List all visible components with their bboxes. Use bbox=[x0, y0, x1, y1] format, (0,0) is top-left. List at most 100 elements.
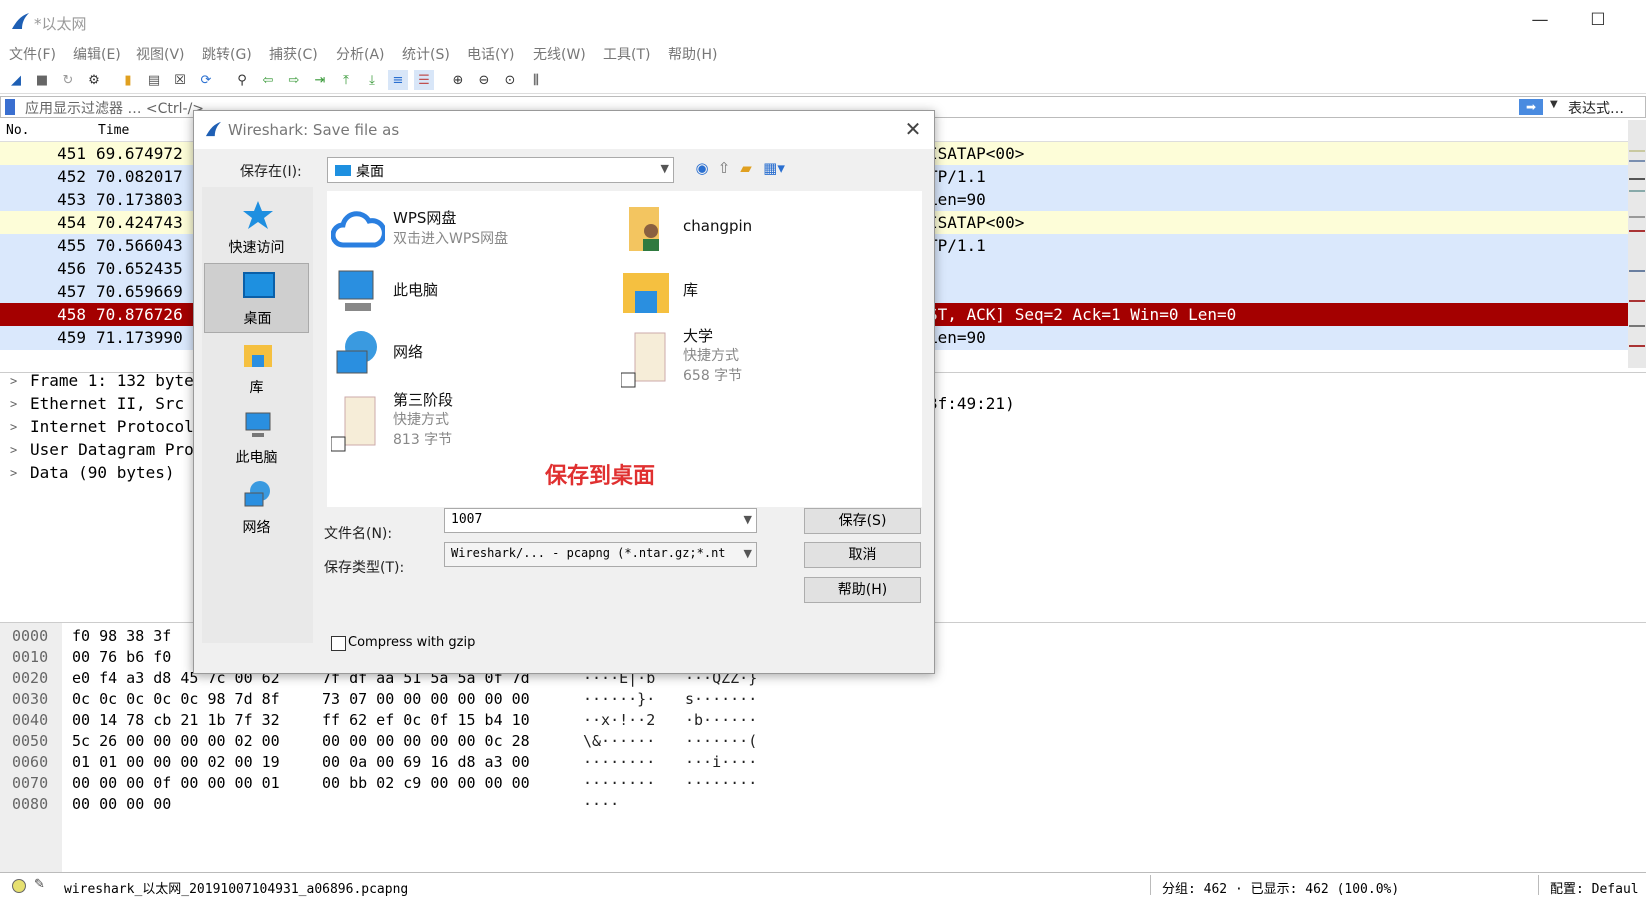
save-button[interactable]: 保存(S) bbox=[804, 508, 921, 534]
filename-input[interactable]: 1007 ▼ bbox=[444, 508, 757, 533]
place-network[interactable]: 网络 bbox=[204, 473, 309, 543]
normal-size-icon[interactable]: ⊙ bbox=[500, 70, 520, 90]
capture-options-icon[interactable]: ⚙ bbox=[84, 70, 104, 90]
place-library[interactable]: 库 bbox=[204, 333, 309, 403]
stop-capture-icon[interactable]: ■ bbox=[32, 70, 52, 90]
help-button[interactable]: 帮助(H) bbox=[804, 577, 921, 603]
hex-bytes[interactable]: 00 00 00 00 00 00 0c 28 bbox=[322, 730, 530, 752]
ascii-bytes[interactable]: ···i···· bbox=[685, 751, 757, 773]
go-to-packet-icon[interactable]: ⇥ bbox=[310, 70, 330, 90]
close-file-icon[interactable]: ☒ bbox=[170, 70, 190, 90]
hex-bytes[interactable]: 00 00 00 0f 00 00 00 01 bbox=[72, 772, 280, 794]
ascii-bytes[interactable]: ······}· bbox=[583, 688, 655, 710]
file-item-network[interactable]: 网络 bbox=[327, 323, 607, 383]
expert-info-icon[interactable] bbox=[12, 879, 26, 893]
menu-file[interactable]: 文件(F) bbox=[9, 44, 56, 64]
maximize-button[interactable]: ☐ bbox=[1578, 10, 1618, 30]
hex-bytes[interactable]: 5c 26 00 00 00 00 02 00 bbox=[72, 730, 280, 752]
file-item-this-pc[interactable]: 此电脑 bbox=[327, 261, 607, 321]
place-quick-access[interactable]: 快速访问 bbox=[204, 193, 309, 263]
chevron-right-icon[interactable]: > bbox=[10, 369, 17, 393]
col-time[interactable]: Time bbox=[98, 123, 129, 138]
place-this-pc[interactable]: 此电脑 bbox=[204, 403, 309, 473]
last-packet-icon[interactable]: ⤓ bbox=[362, 70, 382, 90]
menu-tools[interactable]: 工具(T) bbox=[603, 44, 650, 64]
menu-wireless[interactable]: 无线(W) bbox=[533, 44, 586, 64]
apply-filter-icon[interactable]: ➡ bbox=[1519, 99, 1543, 115]
chevron-down-icon[interactable]: ▼ bbox=[744, 513, 752, 526]
cancel-button[interactable]: 取消 bbox=[804, 542, 921, 568]
colorize-icon[interactable]: ☰ bbox=[414, 70, 434, 90]
menu-view[interactable]: 视图(V) bbox=[136, 44, 185, 64]
hex-bytes[interactable]: 00 00 00 00 bbox=[72, 793, 171, 815]
hex-bytes[interactable]: 00 bb 02 c9 00 00 00 00 bbox=[322, 772, 530, 794]
reload-icon[interactable]: ⟳ bbox=[196, 70, 216, 90]
hex-bytes[interactable]: 73 07 00 00 00 00 00 00 bbox=[322, 688, 530, 710]
expression-button[interactable]: 表达式… bbox=[1568, 98, 1624, 118]
go-back-icon[interactable]: ⇦ bbox=[258, 70, 278, 90]
chevron-right-icon[interactable]: > bbox=[10, 415, 17, 439]
ascii-bytes[interactable]: ·b······ bbox=[685, 709, 757, 731]
hex-bytes[interactable]: 00 76 b6 f0 bbox=[72, 646, 171, 668]
ascii-bytes[interactable]: ········ bbox=[583, 772, 655, 794]
filter-input[interactable]: 应用显示过滤器 … <Ctrl-/> bbox=[25, 98, 204, 118]
col-no[interactable]: No. bbox=[6, 123, 29, 138]
dialog-close-icon[interactable]: ✕ bbox=[900, 117, 926, 141]
profile-label[interactable]: 配置: Defaul bbox=[1550, 878, 1639, 897]
hex-bytes[interactable]: f0 98 38 3f bbox=[72, 625, 171, 647]
edit-comment-icon[interactable]: ✎ bbox=[34, 877, 45, 892]
hex-bytes[interactable]: 01 01 00 00 00 02 00 19 bbox=[72, 751, 280, 773]
chevron-right-icon[interactable]: > bbox=[10, 461, 17, 485]
save-in-value: 桌面 bbox=[356, 164, 384, 180]
zoom-out-icon[interactable]: ⊖ bbox=[474, 70, 494, 90]
back-icon[interactable]: ◉ bbox=[692, 159, 712, 179]
menu-capture[interactable]: 捕获(C) bbox=[269, 44, 318, 64]
hex-bytes[interactable]: ff 62 ef 0c 0f 15 b4 10 bbox=[322, 709, 530, 731]
file-item-library[interactable]: 库 bbox=[617, 261, 897, 321]
filetype-select[interactable]: Wireshark/... - pcapng (*.ntar.gz;*.nt ▼ bbox=[444, 542, 757, 567]
hex-bytes[interactable]: 0c 0c 0c 0c 0c 98 7d 8f bbox=[72, 688, 280, 710]
file-item-stage3[interactable]: 第三阶段 快捷方式 813 字节 bbox=[327, 387, 607, 457]
menu-telephony[interactable]: 电话(Y) bbox=[467, 44, 514, 64]
hex-bytes[interactable]: 00 14 78 cb 21 1b 7f 32 bbox=[72, 709, 280, 731]
minimize-button[interactable]: — bbox=[1520, 10, 1560, 30]
find-packet-icon[interactable]: ⚲ bbox=[232, 70, 252, 90]
menu-analyze[interactable]: 分析(A) bbox=[336, 44, 385, 64]
bookmark-icon[interactable] bbox=[5, 99, 15, 115]
ascii-bytes[interactable]: ···· bbox=[583, 793, 619, 815]
save-in-select[interactable]: 桌面 ▼ bbox=[327, 157, 674, 183]
menu-edit[interactable]: 编辑(E) bbox=[73, 44, 121, 64]
file-item-changpin[interactable]: changpin bbox=[617, 199, 897, 259]
ascii-bytes[interactable]: ·······( bbox=[685, 730, 757, 752]
menu-help[interactable]: 帮助(H) bbox=[668, 44, 717, 64]
up-folder-icon[interactable]: ⇧ bbox=[714, 159, 734, 179]
open-file-icon[interactable]: ▮ bbox=[118, 70, 138, 90]
ascii-bytes[interactable]: ········ bbox=[583, 751, 655, 773]
place-desktop[interactable]: 桌面 bbox=[204, 263, 309, 333]
autoscroll-icon[interactable]: ≡ bbox=[388, 70, 408, 90]
restart-capture-icon[interactable]: ↻ bbox=[58, 70, 78, 90]
zoom-in-icon[interactable]: ⊕ bbox=[448, 70, 468, 90]
first-packet-icon[interactable]: ⤒ bbox=[336, 70, 356, 90]
save-file-icon[interactable]: ▤ bbox=[144, 70, 164, 90]
resize-columns-icon[interactable]: ⫼ bbox=[526, 70, 546, 90]
gzip-checkbox[interactable] bbox=[331, 636, 346, 651]
start-capture-icon[interactable]: ◢ bbox=[6, 70, 26, 90]
new-folder-icon[interactable]: ▰ bbox=[736, 159, 756, 179]
view-menu-icon[interactable]: ▦▾ bbox=[760, 159, 788, 179]
ascii-bytes[interactable]: ········ bbox=[685, 772, 757, 794]
filter-dropdown-icon[interactable]: ▼ bbox=[1550, 99, 1558, 110]
menu-statistics[interactable]: 统计(S) bbox=[402, 44, 450, 64]
chevron-right-icon[interactable]: > bbox=[10, 392, 17, 416]
file-item-wps[interactable]: WPS网盘 双击进入WPS网盘 bbox=[327, 199, 607, 259]
gzip-label[interactable]: Compress with gzip bbox=[348, 635, 475, 650]
ascii-bytes[interactable]: ··x·!··2 bbox=[583, 709, 655, 731]
packet-minimap-scrollbar[interactable] bbox=[1628, 120, 1646, 368]
hex-bytes[interactable]: 00 0a 00 69 16 d8 a3 00 bbox=[322, 751, 530, 773]
menu-go[interactable]: 跳转(G) bbox=[202, 44, 252, 64]
file-item-daxue[interactable]: 大学 快捷方式 658 字节 bbox=[617, 323, 897, 393]
ascii-bytes[interactable]: \&······ bbox=[583, 730, 655, 752]
chevron-right-icon[interactable]: > bbox=[10, 438, 17, 462]
go-forward-icon[interactable]: ⇨ bbox=[284, 70, 304, 90]
ascii-bytes[interactable]: s······· bbox=[685, 688, 757, 710]
